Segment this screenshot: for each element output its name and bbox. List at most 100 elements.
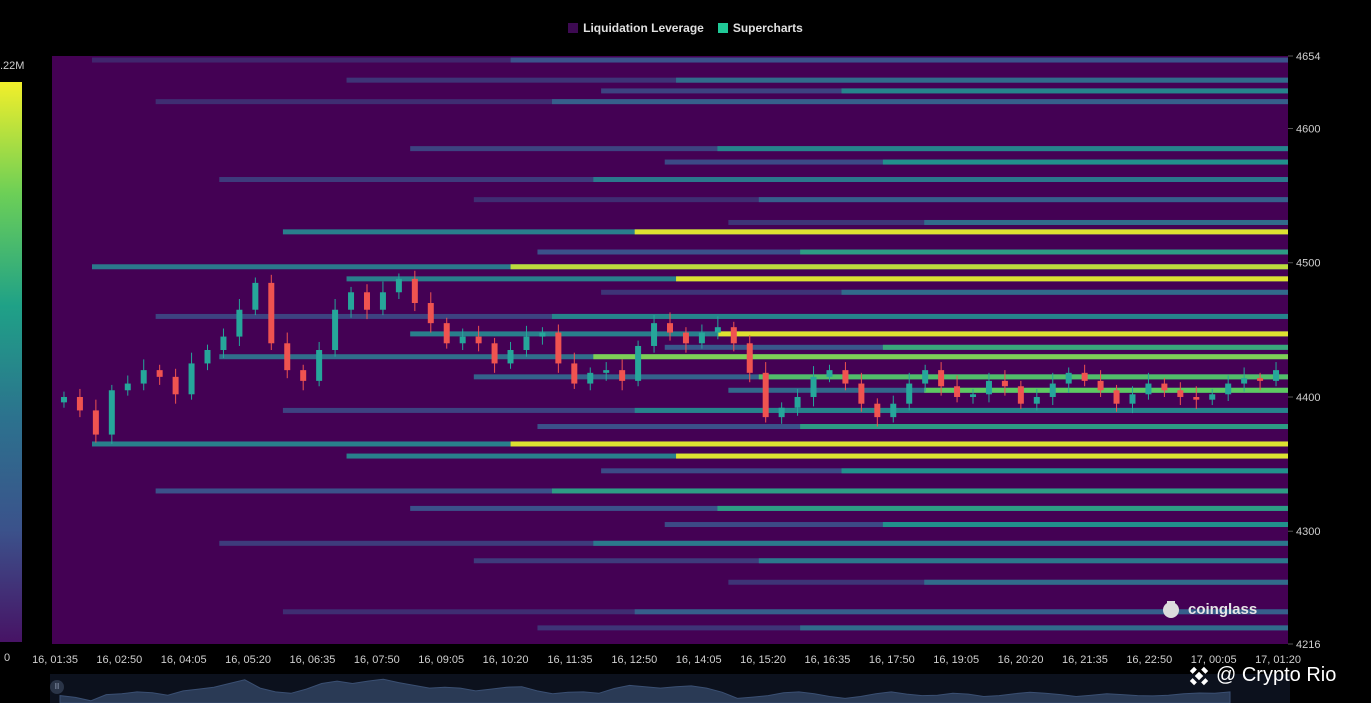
candle-body — [794, 396, 801, 408]
candle-body — [92, 410, 99, 435]
liquidation-band-intense — [758, 558, 1288, 564]
candle-body — [491, 343, 498, 364]
candle-body — [411, 278, 418, 304]
candle-body — [555, 332, 562, 364]
candle-body — [842, 370, 849, 384]
author-credit: @ Crypto Rio — [1188, 664, 1336, 687]
liquidation-band-intense — [510, 441, 1289, 447]
liquidation-band-intense — [800, 424, 1288, 430]
candle-body — [539, 332, 546, 337]
y-tick-label: 4400 — [1296, 392, 1320, 404]
candle-body — [475, 336, 482, 344]
candle-body — [108, 390, 115, 435]
liquidation-band-intense — [551, 99, 1288, 105]
candle-body — [603, 370, 610, 373]
candle-body — [682, 332, 689, 344]
navigator-overview — [50, 674, 1290, 703]
x-tick-label: 16, 12:50 — [611, 654, 657, 666]
candle-body — [985, 380, 992, 395]
x-tick-label: 16, 20:20 — [998, 654, 1044, 666]
x-tick-label: 16, 09:05 — [418, 654, 464, 666]
x-tick-label: 16, 11:35 — [547, 654, 592, 666]
candle-body — [730, 327, 737, 344]
candle-body — [252, 282, 259, 310]
candle-body — [1033, 396, 1040, 404]
liquidation-band-intense — [800, 249, 1288, 255]
candle-body — [459, 336, 466, 344]
candle-body — [1113, 390, 1120, 404]
liquidation-band-intense — [717, 505, 1288, 511]
candle-body — [778, 407, 785, 418]
candle-body — [587, 372, 594, 384]
liquidation-band-intense — [676, 453, 1288, 459]
x-tick-label: 16, 15:20 — [740, 654, 786, 666]
candle-body — [651, 323, 658, 346]
liquidation-band-intense — [593, 354, 1288, 360]
candle-body — [300, 370, 307, 381]
pause-icon[interactable]: II — [50, 680, 64, 694]
candle-body — [954, 386, 961, 397]
candle-body — [906, 383, 913, 404]
liquidation-band-intense — [882, 159, 1288, 165]
candle-body — [826, 370, 833, 377]
y-tick-label: 4300 — [1296, 526, 1320, 538]
x-tick-label: 16, 05:20 — [225, 654, 271, 666]
candle-body — [1001, 380, 1008, 387]
candle-body — [1177, 390, 1184, 397]
liquidation-band-intense — [924, 579, 1288, 585]
candle-body — [762, 372, 769, 418]
candle-body — [316, 350, 323, 381]
candle-body — [140, 370, 147, 384]
candle-body — [188, 363, 195, 395]
liquidation-band-intense — [841, 88, 1288, 94]
watermark-text: coinglass — [1188, 600, 1258, 618]
candle-body — [746, 343, 753, 373]
candle-body — [443, 323, 450, 344]
x-tick-label: 16, 22:50 — [1126, 654, 1172, 666]
x-tick-label: 16, 19:05 — [933, 654, 979, 666]
candle-body — [810, 376, 817, 397]
candle-body — [348, 292, 355, 310]
candle-body — [922, 370, 929, 384]
candle-body — [395, 278, 402, 293]
x-tick-label: 16, 21:35 — [1062, 654, 1108, 666]
candle-body — [1273, 370, 1280, 381]
y-tick-label: 4216 — [1296, 639, 1320, 651]
liquidation-band-intense — [593, 177, 1288, 183]
liquidation-band-intense — [634, 407, 1288, 413]
candle-body — [938, 370, 945, 387]
liquidation-band-intense — [634, 229, 1288, 235]
candle-body — [507, 350, 514, 364]
binance-logo-icon — [1189, 666, 1209, 685]
candle-body — [204, 350, 211, 364]
candle-body — [220, 336, 227, 350]
candle-body — [284, 343, 291, 371]
candle-body — [1161, 383, 1168, 391]
candle-body — [172, 376, 179, 395]
x-tick-label: 16, 04:05 — [161, 654, 207, 666]
candle-body — [1241, 378, 1248, 384]
liquidation-band-intense — [758, 374, 1288, 380]
y-tick-label: 4654 — [1296, 51, 1320, 63]
x-tick-label: 16, 10:20 — [483, 654, 529, 666]
candle-body — [890, 403, 897, 418]
liquidation-band-intense — [510, 57, 1289, 63]
liquidation-band-intense — [551, 488, 1288, 494]
candle-body — [970, 394, 977, 397]
liquidation-band-intense — [593, 540, 1288, 546]
liquidation-band-intense — [676, 77, 1288, 83]
candle-body — [523, 336, 530, 350]
liquidation-band-intense — [882, 344, 1288, 350]
x-tick-label: 16, 14:05 — [676, 654, 722, 666]
x-tick-label: 16, 06:35 — [290, 654, 336, 666]
liquidation-band-intense — [758, 197, 1288, 203]
candle-body — [1081, 372, 1088, 381]
candle-body — [268, 282, 275, 344]
candle-body — [667, 323, 673, 333]
candle-body — [858, 383, 865, 404]
credit-text: @ Crypto Rio — [1216, 664, 1337, 686]
candle-body — [698, 332, 705, 344]
candle-body — [1145, 383, 1152, 395]
candle-body — [60, 396, 67, 403]
liquidation-band-intense — [717, 146, 1288, 152]
